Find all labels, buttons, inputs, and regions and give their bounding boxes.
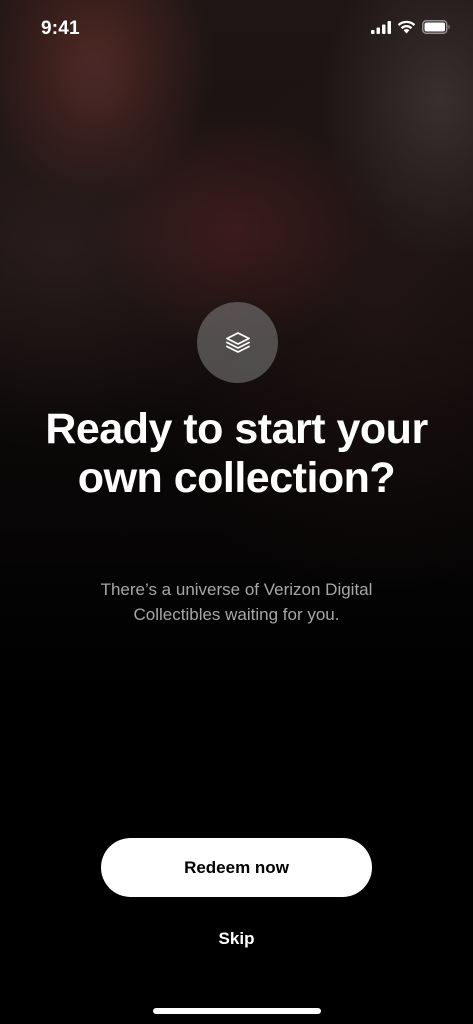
redeem-now-button[interactable]: Redeem now bbox=[101, 838, 372, 897]
status-time: 9:41 bbox=[41, 18, 80, 39]
status-icons bbox=[371, 20, 451, 39]
battery-icon bbox=[422, 20, 451, 39]
status-bar: 9:41 bbox=[0, 0, 473, 56]
onboarding-screen: 9:41 Ready to start your own collection?… bbox=[0, 0, 473, 1024]
headline: Ready to start your own collection? bbox=[45, 405, 428, 502]
layers-stack-icon bbox=[197, 302, 278, 383]
skip-button[interactable]: Skip bbox=[186, 926, 287, 952]
home-indicator bbox=[153, 1008, 321, 1014]
cellular-signal-icon bbox=[371, 20, 391, 39]
wifi-icon bbox=[397, 20, 416, 39]
subtext: There’s a universe of Verizon Digital Co… bbox=[100, 580, 373, 624]
